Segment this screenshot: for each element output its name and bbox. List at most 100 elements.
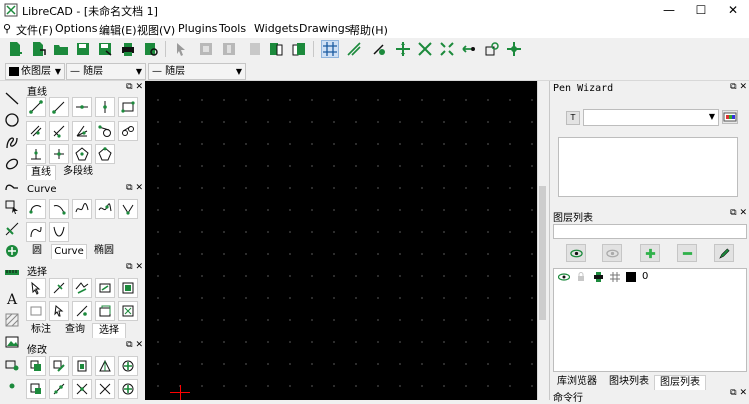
spline-icon[interactable] <box>72 199 92 219</box>
polyline-category-icon[interactable] <box>3 177 21 195</box>
open-folder-icon[interactable] <box>52 40 70 58</box>
dock-float-close-icon[interactable]: ⧉ ✕ <box>126 82 143 92</box>
block-category-icon[interactable] <box>3 355 21 373</box>
redraw-icon[interactable] <box>370 40 388 58</box>
order-back-icon[interactable] <box>290 40 308 58</box>
line-rectangle-icon[interactable] <box>118 97 138 117</box>
modify-cut-icon[interactable] <box>72 379 92 399</box>
tab-circle[interactable]: 圆 <box>26 244 48 258</box>
dock-float-close-icon[interactable]: ⧉ ✕ <box>126 340 143 350</box>
menu-options[interactable]: Options <box>55 22 97 35</box>
menu-file[interactable]: 文件(F) <box>16 22 53 38</box>
select-intersected-icon[interactable] <box>72 278 92 298</box>
pen-wizard-combo[interactable]: ▼ <box>583 109 719 126</box>
parabola-icon[interactable] <box>49 222 69 242</box>
arc-center-icon[interactable] <box>26 199 46 219</box>
layer-filter-input[interactable] <box>553 224 747 239</box>
new-from-template-icon[interactable] <box>29 40 47 58</box>
menu-view[interactable]: 视图(V) <box>137 22 175 38</box>
maximize-button[interactable]: ☐ <box>686 0 716 20</box>
save-icon[interactable] <box>74 40 92 58</box>
print-preview-icon[interactable] <box>142 40 160 58</box>
select-all-icon[interactable] <box>118 278 138 298</box>
invert-selection-icon[interactable] <box>72 301 92 321</box>
hide-all-layers-icon[interactable] <box>602 244 622 262</box>
draft-mode-icon[interactable] <box>345 40 363 58</box>
dock-float-close-icon[interactable]: ⧉ ✕ <box>730 82 747 92</box>
color-palette-icon[interactable] <box>722 110 738 124</box>
modify-scale-icon[interactable] <box>72 356 92 376</box>
arc-tangential-icon[interactable] <box>118 199 138 219</box>
zoom-pan-icon[interactable] <box>505 40 523 58</box>
select-single-icon[interactable] <box>26 278 46 298</box>
menu-help[interactable]: 帮助(H) <box>349 22 388 38</box>
tab-line[interactable]: 直线 <box>26 165 56 180</box>
tab-block-list[interactable]: 图块列表 <box>606 375 652 389</box>
tab-info[interactable]: 查询 <box>61 323 89 337</box>
layer-visible-icon[interactable] <box>558 272 570 282</box>
select-layer-icon[interactable] <box>95 301 115 321</box>
order-front-icon[interactable] <box>267 40 285 58</box>
arc-3points-icon[interactable] <box>49 199 69 219</box>
select-pointer-icon[interactable] <box>172 40 190 58</box>
circle-category-icon[interactable] <box>3 111 21 129</box>
pen-linewidth-combo[interactable]: — 随层 ▼ <box>148 63 246 80</box>
line-category-icon[interactable] <box>3 89 21 107</box>
dock-float-close-icon[interactable]: ⧉ ✕ <box>730 388 747 398</box>
grid-toggle-icon[interactable] <box>321 40 339 58</box>
modify-stretch-icon[interactable] <box>95 379 115 399</box>
menu-plugins[interactable]: Plugins <box>178 22 217 35</box>
line-2points-icon[interactable] <box>26 97 46 117</box>
drawing-canvas[interactable] <box>145 81 537 400</box>
cut-icon[interactable] <box>197 40 215 58</box>
new-file-icon[interactable] <box>6 40 24 58</box>
deselect-all-icon[interactable] <box>118 301 138 321</box>
layer-row[interactable]: 0 <box>554 269 746 285</box>
pen-color-combo[interactable]: 依图层 ▼ <box>5 63 65 80</box>
curve-category-icon[interactable] <box>3 133 21 151</box>
pen-linetype-combo[interactable]: — 随层 ▼ <box>66 63 146 80</box>
save-as-icon[interactable] <box>96 40 114 58</box>
dock-float-close-icon[interactable]: ⧉ ✕ <box>126 262 143 272</box>
line-angle-icon[interactable] <box>49 97 69 117</box>
ellipse-category-icon[interactable] <box>3 155 21 173</box>
copy-icon[interactable] <box>220 40 238 58</box>
select-contour-icon[interactable] <box>49 278 69 298</box>
modify-explode-icon[interactable] <box>118 379 138 399</box>
tab-dimension[interactable]: 标注 <box>26 323 56 337</box>
modify-category-icon[interactable] <box>3 242 21 260</box>
deselect-intersected-icon[interactable] <box>49 301 69 321</box>
tab-ellipse[interactable]: 椭圆 <box>90 244 118 258</box>
line-parallel-icon[interactable] <box>26 121 46 141</box>
point-category-icon[interactable] <box>3 377 21 395</box>
modify-trim-icon[interactable] <box>49 379 69 399</box>
freehand-line-icon[interactable] <box>26 222 46 242</box>
tab-select[interactable]: 选择 <box>92 323 126 338</box>
text-category-icon[interactable]: A <box>3 289 21 307</box>
zoom-out-icon[interactable] <box>416 40 434 58</box>
line-polygon-icon[interactable] <box>72 144 92 164</box>
search-icon[interactable]: ⚲ <box>3 22 11 35</box>
dimension-category-icon[interactable] <box>3 220 21 238</box>
scrollbar-thumb[interactable] <box>539 186 546 320</box>
close-button[interactable]: ✕ <box>718 0 748 20</box>
zoom-previous-icon[interactable] <box>460 40 478 58</box>
menu-widgets[interactable]: Widgets <box>254 22 298 35</box>
zoom-in-icon[interactable] <box>394 40 412 58</box>
layer-table[interactable]: 0 <box>553 268 747 372</box>
layer-color-swatch[interactable] <box>626 272 636 282</box>
line-bisector-icon[interactable] <box>72 121 92 141</box>
filter-icon[interactable]: T <box>566 111 580 125</box>
line-relative-angle-icon[interactable] <box>49 144 69 164</box>
menu-edit[interactable]: 编辑(E) <box>99 22 137 38</box>
measure-category-icon[interactable] <box>3 263 21 281</box>
deselect-window-icon[interactable] <box>26 301 46 321</box>
modify-rotate-icon[interactable] <box>49 356 69 376</box>
modify-rotate2-icon[interactable] <box>26 379 46 399</box>
add-layer-icon[interactable] <box>640 244 660 262</box>
line-orthogonal-icon[interactable] <box>26 144 46 164</box>
dock-float-close-icon[interactable]: ⧉ ✕ <box>126 183 143 193</box>
modify-move-rotate-icon[interactable] <box>118 356 138 376</box>
tab-library-browser[interactable]: 库浏览器 <box>554 375 600 389</box>
layer-lock-icon[interactable] <box>576 272 586 282</box>
